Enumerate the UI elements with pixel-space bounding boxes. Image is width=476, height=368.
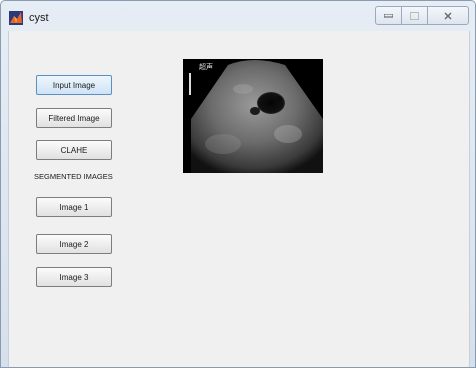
input-image-axes: 超声	[183, 59, 323, 173]
ultrasound-overlay-text: 超声	[199, 64, 213, 71]
matlab-app-icon	[9, 11, 23, 25]
image1-button[interactable]: Image 1	[36, 197, 112, 217]
maximize-icon	[410, 11, 419, 20]
image3-button[interactable]: Image 3	[36, 267, 112, 287]
segmented-images-label: SEGMENTED IMAGES	[34, 172, 113, 181]
clahe-button[interactable]: CLAHE	[36, 140, 112, 160]
input-image-button[interactable]: Input Image	[36, 75, 112, 95]
figure-panel: Input Image Filtered Image CLAHE SEGMENT…	[8, 31, 470, 367]
window-controls	[375, 6, 469, 25]
image2-button[interactable]: Image 2	[36, 234, 112, 254]
app-window: cyst Input Image Filtered Image CLAHE SE…	[0, 0, 476, 368]
window-title: cyst	[29, 12, 49, 24]
maximize-button[interactable]	[401, 6, 428, 25]
close-icon	[444, 12, 452, 19]
minimize-button[interactable]	[375, 6, 402, 25]
close-button[interactable]	[427, 6, 469, 25]
minimize-icon	[384, 13, 393, 17]
ultrasound-image	[183, 59, 323, 173]
filtered-image-button[interactable]: Filtered Image	[36, 108, 112, 128]
title-bar[interactable]: cyst	[1, 1, 475, 31]
